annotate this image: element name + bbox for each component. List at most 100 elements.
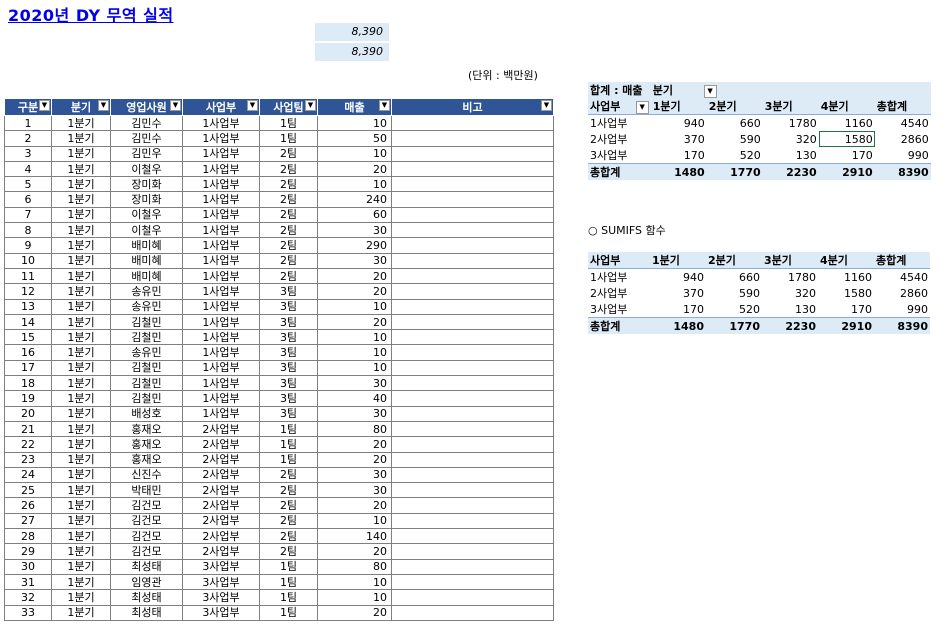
cell-quarter[interactable]: 1분기: [51, 222, 111, 239]
pivot-value-cell[interactable]: 940: [650, 269, 706, 286]
cell-team[interactable]: 2팀: [259, 497, 318, 514]
summary-value-1[interactable]: 8,390: [315, 23, 389, 41]
header-division[interactable]: 사업부 ▼: [182, 98, 260, 116]
cell-note[interactable]: [391, 237, 554, 254]
cell-quarter[interactable]: 1분기: [51, 191, 111, 208]
cell-quarter[interactable]: 1분기: [51, 573, 111, 591]
cell-quarter[interactable]: 1분기: [51, 145, 111, 162]
cell-team[interactable]: 2팀: [259, 237, 318, 254]
header-quarter[interactable]: 분기 ▼: [51, 98, 111, 116]
cell-index[interactable]: 12: [4, 283, 52, 300]
pivot-row-label[interactable]: 3사업부: [588, 147, 651, 164]
cell-sales[interactable]: 20: [317, 160, 392, 178]
filter-dropdown-icon[interactable]: ▼: [247, 100, 258, 111]
cell-index[interactable]: 7: [4, 206, 52, 224]
pivot-value-cell[interactable]: 990: [875, 147, 931, 164]
cell-note[interactable]: [391, 482, 554, 499]
pivot-total-cell[interactable]: 2230: [762, 163, 819, 180]
cell-quarter[interactable]: 1분기: [51, 237, 111, 254]
pivot-value-cell[interactable]: 1780: [763, 115, 819, 132]
cell-note[interactable]: [391, 420, 554, 438]
cell-team[interactable]: 2팀: [259, 145, 318, 162]
cell-division[interactable]: 2사업부: [182, 451, 260, 468]
pivot-value-cell[interactable]: 170: [651, 147, 707, 164]
pivot-total-cell[interactable]: 8390: [874, 317, 930, 334]
cell-index[interactable]: 20: [4, 405, 52, 422]
cell-quarter[interactable]: 1분기: [51, 298, 111, 315]
cell-salesperson[interactable]: 김민우: [110, 145, 183, 162]
cell-quarter[interactable]: 1분기: [51, 267, 111, 285]
cell-index[interactable]: 18: [4, 375, 52, 392]
cell-division[interactable]: 3사업부: [182, 589, 260, 606]
pivot-value-cell[interactable]: 660: [706, 269, 762, 286]
cell-quarter[interactable]: 1분기: [51, 420, 111, 438]
cell-division[interactable]: 1사업부: [182, 145, 260, 162]
cell-salesperson[interactable]: 임영관: [110, 573, 183, 591]
cell-salesperson[interactable]: 이철우: [110, 222, 183, 239]
cell-salesperson[interactable]: 김민수: [110, 114, 183, 132]
filter-dropdown-icon[interactable]: ▼: [703, 84, 717, 98]
cell-division[interactable]: 1사업부: [182, 313, 260, 331]
cell-note[interactable]: [391, 375, 554, 392]
cell-salesperson[interactable]: 신진수: [110, 466, 183, 484]
cell-team[interactable]: 3팀: [259, 390, 318, 407]
cell-team[interactable]: 3팀: [259, 313, 318, 331]
pivot-total-cell[interactable]: 2910: [818, 163, 875, 180]
cell-team[interactable]: 2팀: [259, 528, 318, 545]
cell-division[interactable]: 1사업부: [182, 237, 260, 254]
cell-quarter[interactable]: 1분기: [51, 466, 111, 484]
cell-note[interactable]: [391, 298, 554, 315]
cell-index[interactable]: 28: [4, 528, 52, 545]
cell-quarter[interactable]: 1분기: [51, 436, 111, 453]
cell-index[interactable]: 22: [4, 436, 52, 453]
cell-sales[interactable]: 10: [317, 512, 392, 530]
pivot-total-cell[interactable]: 1480: [650, 317, 706, 334]
cell-team[interactable]: 2팀: [259, 176, 318, 193]
cell-sales[interactable]: 80: [317, 558, 392, 575]
cell-team[interactable]: 2팀: [259, 252, 318, 269]
cell-index[interactable]: 21: [4, 420, 52, 438]
pivot-value-cell[interactable]: 590: [706, 285, 762, 301]
cell-note[interactable]: [391, 359, 554, 377]
pivot-value-cell[interactable]: 170: [819, 147, 875, 164]
cell-index[interactable]: 31: [4, 573, 52, 591]
cell-quarter[interactable]: 1분기: [51, 405, 111, 422]
cell-sales[interactable]: 30: [317, 482, 392, 499]
cell-division[interactable]: 1사업부: [182, 344, 260, 361]
pivot-value-cell[interactable]: 170: [650, 301, 706, 318]
cell-note[interactable]: [391, 451, 554, 468]
pivot-total-label[interactable]: 총합계: [588, 163, 651, 180]
cell-sales[interactable]: 10: [317, 344, 392, 361]
pivot-value-cell[interactable]: 320: [762, 285, 818, 301]
cell-index[interactable]: 15: [4, 329, 52, 346]
cell-division[interactable]: 1사업부: [182, 176, 260, 193]
cell-team[interactable]: 1팀: [259, 573, 318, 591]
cell-sales[interactable]: 10: [317, 573, 392, 591]
cell-sales[interactable]: 10: [317, 589, 392, 606]
cell-team[interactable]: 1팀: [259, 420, 318, 438]
cell-quarter[interactable]: 1분기: [51, 604, 111, 621]
cell-sales[interactable]: 140: [317, 528, 392, 545]
cell-salesperson[interactable]: 송유민: [110, 344, 183, 361]
cell-quarter[interactable]: 1분기: [51, 497, 111, 514]
cell-division[interactable]: 1사업부: [182, 329, 260, 346]
cell-division[interactable]: 1사업부: [182, 298, 260, 315]
cell-quarter[interactable]: 1분기: [51, 176, 111, 193]
cell-sales[interactable]: 50: [317, 130, 392, 147]
cell-team[interactable]: 3팀: [259, 344, 318, 361]
cell-team[interactable]: 3팀: [259, 298, 318, 315]
cell-sales[interactable]: 60: [317, 206, 392, 224]
cell-quarter[interactable]: 1분기: [51, 512, 111, 530]
cell-division[interactable]: 2사업부: [182, 420, 260, 438]
pivot-total-cell[interactable]: 1480: [650, 163, 707, 180]
cell-quarter[interactable]: 1분기: [51, 543, 111, 560]
cell-note[interactable]: [391, 466, 554, 484]
header-gubun[interactable]: 구분 ▼: [4, 98, 52, 116]
cell-sales[interactable]: 30: [317, 222, 392, 239]
filter-dropdown-icon[interactable]: ▼: [305, 100, 316, 111]
cell-quarter[interactable]: 1분기: [51, 375, 111, 392]
cell-salesperson[interactable]: 배미혜: [110, 237, 183, 254]
cell-salesperson[interactable]: 송유민: [110, 283, 183, 300]
cell-note[interactable]: [391, 543, 554, 560]
cell-index[interactable]: 1: [4, 114, 52, 132]
